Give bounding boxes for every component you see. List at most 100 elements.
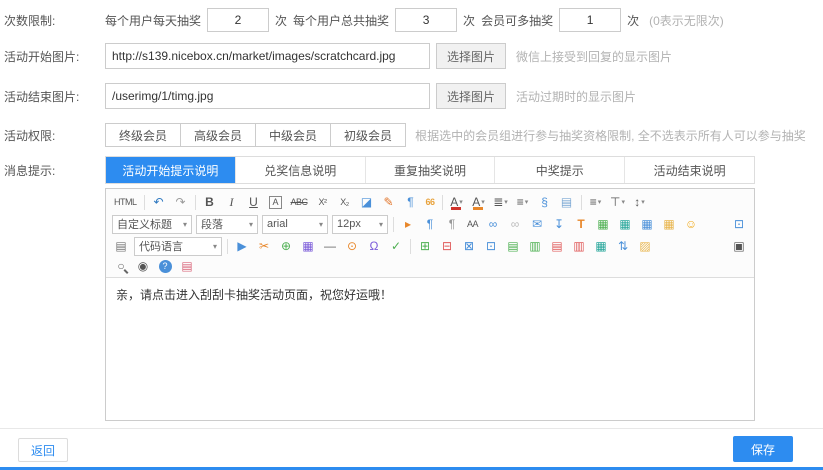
fore-color-icon[interactable]: A▾ [447,193,467,211]
perm-senior-member-button[interactable]: 高级会员 [180,123,256,147]
member-level-group: 终级会员 高级会员 中级会员 初级会员 [105,123,405,147]
back-color-icon[interactable]: A▾ [469,193,489,211]
vertical-align-icon[interactable]: ⊤▾ [608,193,628,211]
end-image-row: 活动结束图片: 选择图片 活动过期时的显示图片 [0,76,823,116]
cursor-icon[interactable]: ▸ [398,215,418,233]
format-painter-icon[interactable]: ✎ [379,193,399,211]
fullscreen-icon[interactable]: ⊡ [729,215,749,233]
video-icon[interactable]: ▶ [232,237,252,255]
save-button[interactable]: 保存 [733,436,793,462]
delete-table-icon[interactable]: ⊟ [437,237,457,255]
spellcheck-icon[interactable]: ✓ [386,237,406,255]
email-icon[interactable]: ✉ [527,215,547,233]
table-header-icon[interactable]: ▦ [591,237,611,255]
insert-table-icon[interactable]: ⊞ [415,237,435,255]
remove-format-icon[interactable]: ◪ [357,193,377,211]
attachment-icon[interactable]: ↧ [549,215,569,233]
custom-title-dropdown[interactable]: 自定义标题▾ [112,215,192,234]
link-icon[interactable]: ∞ [483,215,503,233]
anchor-icon[interactable]: § [535,193,555,211]
total-input[interactable] [395,8,457,32]
emoji-icon[interactable]: ☺ [681,215,701,233]
toolbar-row-2: 自定义标题▾段落▾arial▾12px▾▸¶¶AA∞∞✉↧T▦▦▦▦☺⊡ [110,213,750,235]
table-blue-icon[interactable]: ▦ [637,215,657,233]
code-language-dropdown[interactable]: 代码语言▾ [134,237,222,256]
word-count-icon[interactable]: AA [464,215,481,233]
footer-bar: 返回 保存 [0,428,823,468]
merge-cells-icon[interactable]: ⊠ [459,237,479,255]
bold-icon[interactable]: B [200,193,220,211]
end-image-pick-button[interactable]: 选择图片 [436,83,506,109]
screenshot-icon[interactable]: ✂ [254,237,274,255]
editor-toolbar: HTML↶↷BIUAABCX²X₂◪✎¶66A▾A▾≣▾≡▾§▤≡▾⊤▾↕▾ 自… [106,189,754,278]
para-rtl-icon[interactable]: ¶ [442,215,462,233]
horizontal-rule-icon[interactable]: — [320,237,340,255]
table-yellow-icon[interactable]: ▦ [659,215,679,233]
table-shade-icon[interactable]: ▨ [635,237,655,255]
split-cells-icon[interactable]: ⊡ [481,237,501,255]
print-icon[interactable]: ▣ [729,237,749,255]
help-icon[interactable]: ? [155,257,175,275]
search-icon[interactable]: ○ [111,257,131,275]
underline-icon[interactable]: U [244,193,264,211]
source-icon[interactable]: HTML [111,193,140,211]
start-image-hint: 微信上接受到回复的显示图片 [516,48,672,65]
preview-icon[interactable]: ▤ [177,257,197,275]
editor-content[interactable]: 亲，请点击进入刮刮卡抽奖活动页面，祝您好运哦！ [106,278,754,420]
italic-icon[interactable]: I [222,193,242,211]
perm-middle-member-button[interactable]: 中级会员 [255,123,331,147]
strikethrough-icon[interactable]: ABC [288,193,311,211]
para-ltr-icon[interactable]: ¶ [420,215,440,233]
rich-text-editor-wrap: HTML↶↷BIUAABCX²X₂◪✎¶66A▾A▾≣▾≡▾§▤≡▾⊤▾↕▾ 自… [105,188,823,421]
toolbar-row-3: ▤代码语言▾▶✂⊕▦—⊙Ω✓⊞⊟⊠⊡▤▥▤▥▦⇅▨▣ [110,235,750,257]
end-image-input[interactable] [105,83,430,109]
font-size-dropdown[interactable]: 12px▾ [332,215,388,234]
find-replace-icon[interactable]: ◉ [133,257,153,275]
toolbar-row-1: HTML↶↷BIUAABCX²X₂◪✎¶66A▾A▾≣▾≡▾§▤≡▾⊤▾↕▾ [110,191,750,213]
redo-icon[interactable]: ↷ [171,193,191,211]
date-time-icon[interactable]: ⊙ [342,237,362,255]
ordered-list-icon[interactable]: ≣▾ [491,193,511,211]
delete-row-icon[interactable]: ▤ [547,237,567,255]
start-image-pick-button[interactable]: 选择图片 [436,43,506,69]
paragraph-format-dropdown[interactable]: 段落▾ [196,215,258,234]
justify-icon[interactable]: ≡▾ [586,193,606,211]
tab-redeem-info[interactable]: 兑奖信息说明 [236,157,366,183]
paste-plain-icon[interactable]: ¶ [401,193,421,211]
map-icon[interactable]: ⊕ [276,237,296,255]
table-teal-icon[interactable]: ▦ [615,215,635,233]
limits-hint: (0表示无限次) [649,12,724,29]
sort-table-icon[interactable]: ⇅ [613,237,633,255]
perm-ultimate-member-button[interactable]: 终级会员 [105,123,181,147]
font-family-dropdown[interactable]: arial▾ [262,215,328,234]
delete-col-icon[interactable]: ▥ [569,237,589,255]
tab-repeat-draw[interactable]: 重复抽奖说明 [366,157,496,183]
tab-activity-end[interactable]: 活动结束说明 [625,157,754,183]
member-extra-input[interactable] [559,8,621,32]
tab-win-prompt[interactable]: 中奖提示 [495,157,625,183]
message-tabs: 活动开始提示说明 兑奖信息说明 重复抽奖说明 中奖提示 活动结束说明 [105,156,755,184]
start-image-input[interactable] [105,43,430,69]
unordered-list-icon[interactable]: ≡▾ [513,193,533,211]
special-chars-icon[interactable]: Ω [364,237,384,255]
code-search-icon[interactable]: ▤ [111,237,131,255]
line-height-icon[interactable]: ↕▾ [630,193,650,211]
insert-col-icon[interactable]: ▥ [525,237,545,255]
unlink-icon[interactable]: ∞ [505,215,525,233]
message-label: 消息提示: [0,162,105,179]
start-image-label: 活动开始图片: [0,48,105,65]
perm-junior-member-button[interactable]: 初级会员 [330,123,406,147]
back-button[interactable]: 返回 [18,438,68,462]
blockquote-icon[interactable]: 66 [423,193,438,211]
superscript-icon[interactable]: X² [313,193,333,211]
per-day-input[interactable] [207,8,269,32]
font-border-icon[interactable]: A [266,193,286,211]
tab-activity-start-prompt[interactable]: 活动开始提示说明 [106,157,236,183]
pagebreak-icon[interactable]: ▤ [557,193,577,211]
subscript-icon[interactable]: X₂ [335,193,355,211]
undo-icon[interactable]: ↶ [149,193,169,211]
insert-row-icon[interactable]: ▤ [503,237,523,255]
table-green-icon[interactable]: ▦ [593,215,613,233]
chart-icon[interactable]: ▦ [298,237,318,255]
text-style-icon[interactable]: T [571,215,591,233]
